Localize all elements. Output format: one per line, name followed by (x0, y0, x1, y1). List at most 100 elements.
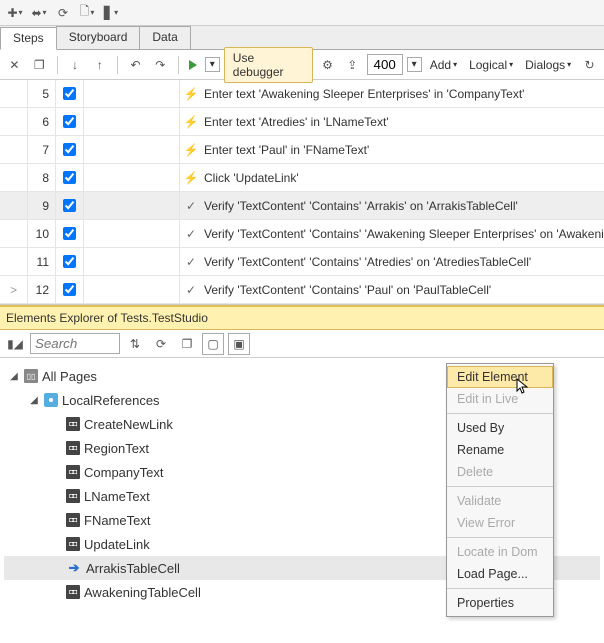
tree-item-label: ArrakisTableCell (86, 561, 180, 576)
gear-icon[interactable]: ⚙ (317, 54, 338, 76)
add-icon[interactable]: ✚▾ (4, 2, 26, 24)
row-gutter (0, 220, 28, 247)
tree-item-label: CreateNewLink (84, 417, 173, 432)
step-row[interactable]: >12✓Verify 'TextContent' 'Contains' 'Pau… (0, 276, 604, 304)
steps-grid: 5⚡Enter text 'Awakening Sleeper Enterpri… (0, 80, 604, 305)
row-description: Verify 'TextContent' 'Contains' 'Paul' o… (202, 283, 604, 297)
row-checkbox[interactable] (56, 220, 84, 247)
row-spacer (84, 192, 180, 219)
row-spacer (84, 276, 180, 303)
use-debugger-button[interactable]: Use debugger (224, 47, 313, 83)
play-dropdown[interactable]: ▾ (205, 57, 220, 72)
field-icon: ◘◘ (66, 585, 80, 599)
step-row[interactable]: 9✓Verify 'TextContent' 'Contains' 'Arrak… (0, 192, 604, 220)
tree-item-label: FNameText (84, 513, 150, 528)
copy-icon[interactable]: ❐ (29, 54, 50, 76)
row-number: 6 (28, 108, 56, 135)
move-up-icon[interactable]: ↑ (89, 54, 110, 76)
menu-item[interactable]: Properties (447, 592, 553, 614)
tree-item-label: AwakeningTableCell (84, 585, 201, 600)
step-row[interactable]: 6⚡Enter text 'Atredies' in 'LNameText' (0, 108, 604, 136)
page-icon (44, 393, 58, 407)
menu-item: Locate in Dom (447, 541, 553, 563)
step-row[interactable]: 11✓Verify 'TextContent' 'Contains' 'Atre… (0, 248, 604, 276)
step-row[interactable]: 5⚡Enter text 'Awakening Sleeper Enterpri… (0, 80, 604, 108)
field-icon: ◘◘ (66, 441, 80, 455)
row-description: Verify 'TextContent' 'Contains' 'Atredie… (202, 255, 604, 269)
step-row[interactable]: 8⚡Click 'UpdateLink' (0, 164, 604, 192)
row-checkbox[interactable] (56, 164, 84, 191)
bolt-icon: ⚡ (180, 171, 202, 185)
row-checkbox[interactable] (56, 276, 84, 303)
field-icon: ◘◘ (66, 537, 80, 551)
row-description: Verify 'TextContent' 'Contains' 'Awakeni… (202, 227, 604, 241)
view1-icon[interactable]: ▢ (202, 333, 224, 355)
step-row[interactable]: 7⚡Enter text 'Paul' in 'FNameText' (0, 136, 604, 164)
row-checkbox[interactable] (56, 192, 84, 219)
refresh-elements-icon[interactable]: ⟳ (150, 333, 172, 355)
row-gutter: > (0, 276, 28, 303)
menu-item: Delete (447, 461, 553, 483)
chart-icon[interactable]: ▋▾ (100, 2, 122, 24)
logical-dropdown[interactable]: Logical▾ (465, 56, 517, 74)
close-icon[interactable]: ✕ (4, 54, 25, 76)
menu-item[interactable]: Load Page... (447, 563, 553, 585)
row-gutter (0, 164, 28, 191)
view2-icon[interactable]: ▣ (228, 333, 250, 355)
menu-item: View Error (447, 512, 553, 534)
context-menu: Edit ElementEdit in LiveUsed ByRenameDel… (446, 363, 554, 617)
bolt-icon: ⚡ (180, 87, 202, 101)
delay-input[interactable] (367, 54, 403, 75)
tree-item-label: UpdateLink (84, 537, 150, 552)
sort-icon[interactable]: ⇅ (124, 333, 146, 355)
row-number: 10 (28, 220, 56, 247)
explorer-icon[interactable]: ▮◢ (4, 333, 26, 355)
bolt-icon: ⚡ (180, 143, 202, 157)
top-toolbar: ✚▾ ⬌▾ ⟳ 🗋▾ ▋▾ (0, 0, 604, 26)
refresh-icon[interactable]: ⟳ (52, 2, 74, 24)
row-spacer (84, 220, 180, 247)
row-gutter (0, 108, 28, 135)
expander-icon[interactable]: ◢ (28, 395, 40, 406)
link-icon[interactable]: ⬌▾ (28, 2, 50, 24)
move-down-icon[interactable]: ↓ (65, 54, 86, 76)
menu-item[interactable]: Rename (447, 439, 553, 461)
expander-icon[interactable]: ◢ (8, 371, 20, 382)
export-icon[interactable]: ⇪ (342, 54, 363, 76)
reload-icon[interactable]: ↻ (579, 54, 600, 76)
row-gutter (0, 248, 28, 275)
row-number: 5 (28, 80, 56, 107)
menu-separator (447, 537, 553, 538)
menu-separator (447, 588, 553, 589)
tree-item-label: RegionText (84, 441, 149, 456)
elements-explorer-header: Elements Explorer of Tests.TestStudio (0, 305, 604, 330)
tab-data[interactable]: Data (139, 26, 190, 49)
row-spacer (84, 164, 180, 191)
step-row[interactable]: 10✓Verify 'TextContent' 'Contains' 'Awak… (0, 220, 604, 248)
row-checkbox[interactable] (56, 108, 84, 135)
tab-storyboard[interactable]: Storyboard (56, 26, 141, 49)
menu-item[interactable]: Edit Element (447, 366, 553, 388)
row-checkbox[interactable] (56, 248, 84, 275)
row-checkbox[interactable] (56, 136, 84, 163)
tool-icon[interactable]: 🗋▾ (76, 2, 98, 24)
field-icon: ◘◘ (66, 489, 80, 503)
tab-steps[interactable]: Steps (0, 27, 57, 50)
copy-elements-icon[interactable]: ❐ (176, 333, 198, 355)
selected-arrow-icon: ➔ (66, 561, 82, 575)
play-button[interactable] (186, 57, 201, 73)
undo-icon[interactable]: ↶ (125, 54, 146, 76)
field-icon: ◘◘ (66, 417, 80, 431)
field-icon: ◘◘ (66, 513, 80, 527)
steps-toolbar: ✕ ❐ ↓ ↑ ↶ ↷ ▾ Use debugger ⚙ ⇪ ▾ Add▾ Lo… (0, 50, 604, 80)
menu-item[interactable]: Used By (447, 417, 553, 439)
redo-icon[interactable]: ↷ (150, 54, 171, 76)
row-number: 11 (28, 248, 56, 275)
row-checkbox[interactable] (56, 80, 84, 107)
menu-item: Validate (447, 490, 553, 512)
menu-separator (447, 413, 553, 414)
add-dropdown[interactable]: Add▾ (426, 56, 461, 74)
search-input[interactable] (30, 333, 120, 354)
dialogs-dropdown[interactable]: Dialogs▾ (521, 56, 575, 74)
delay-dropdown[interactable]: ▾ (407, 57, 422, 72)
